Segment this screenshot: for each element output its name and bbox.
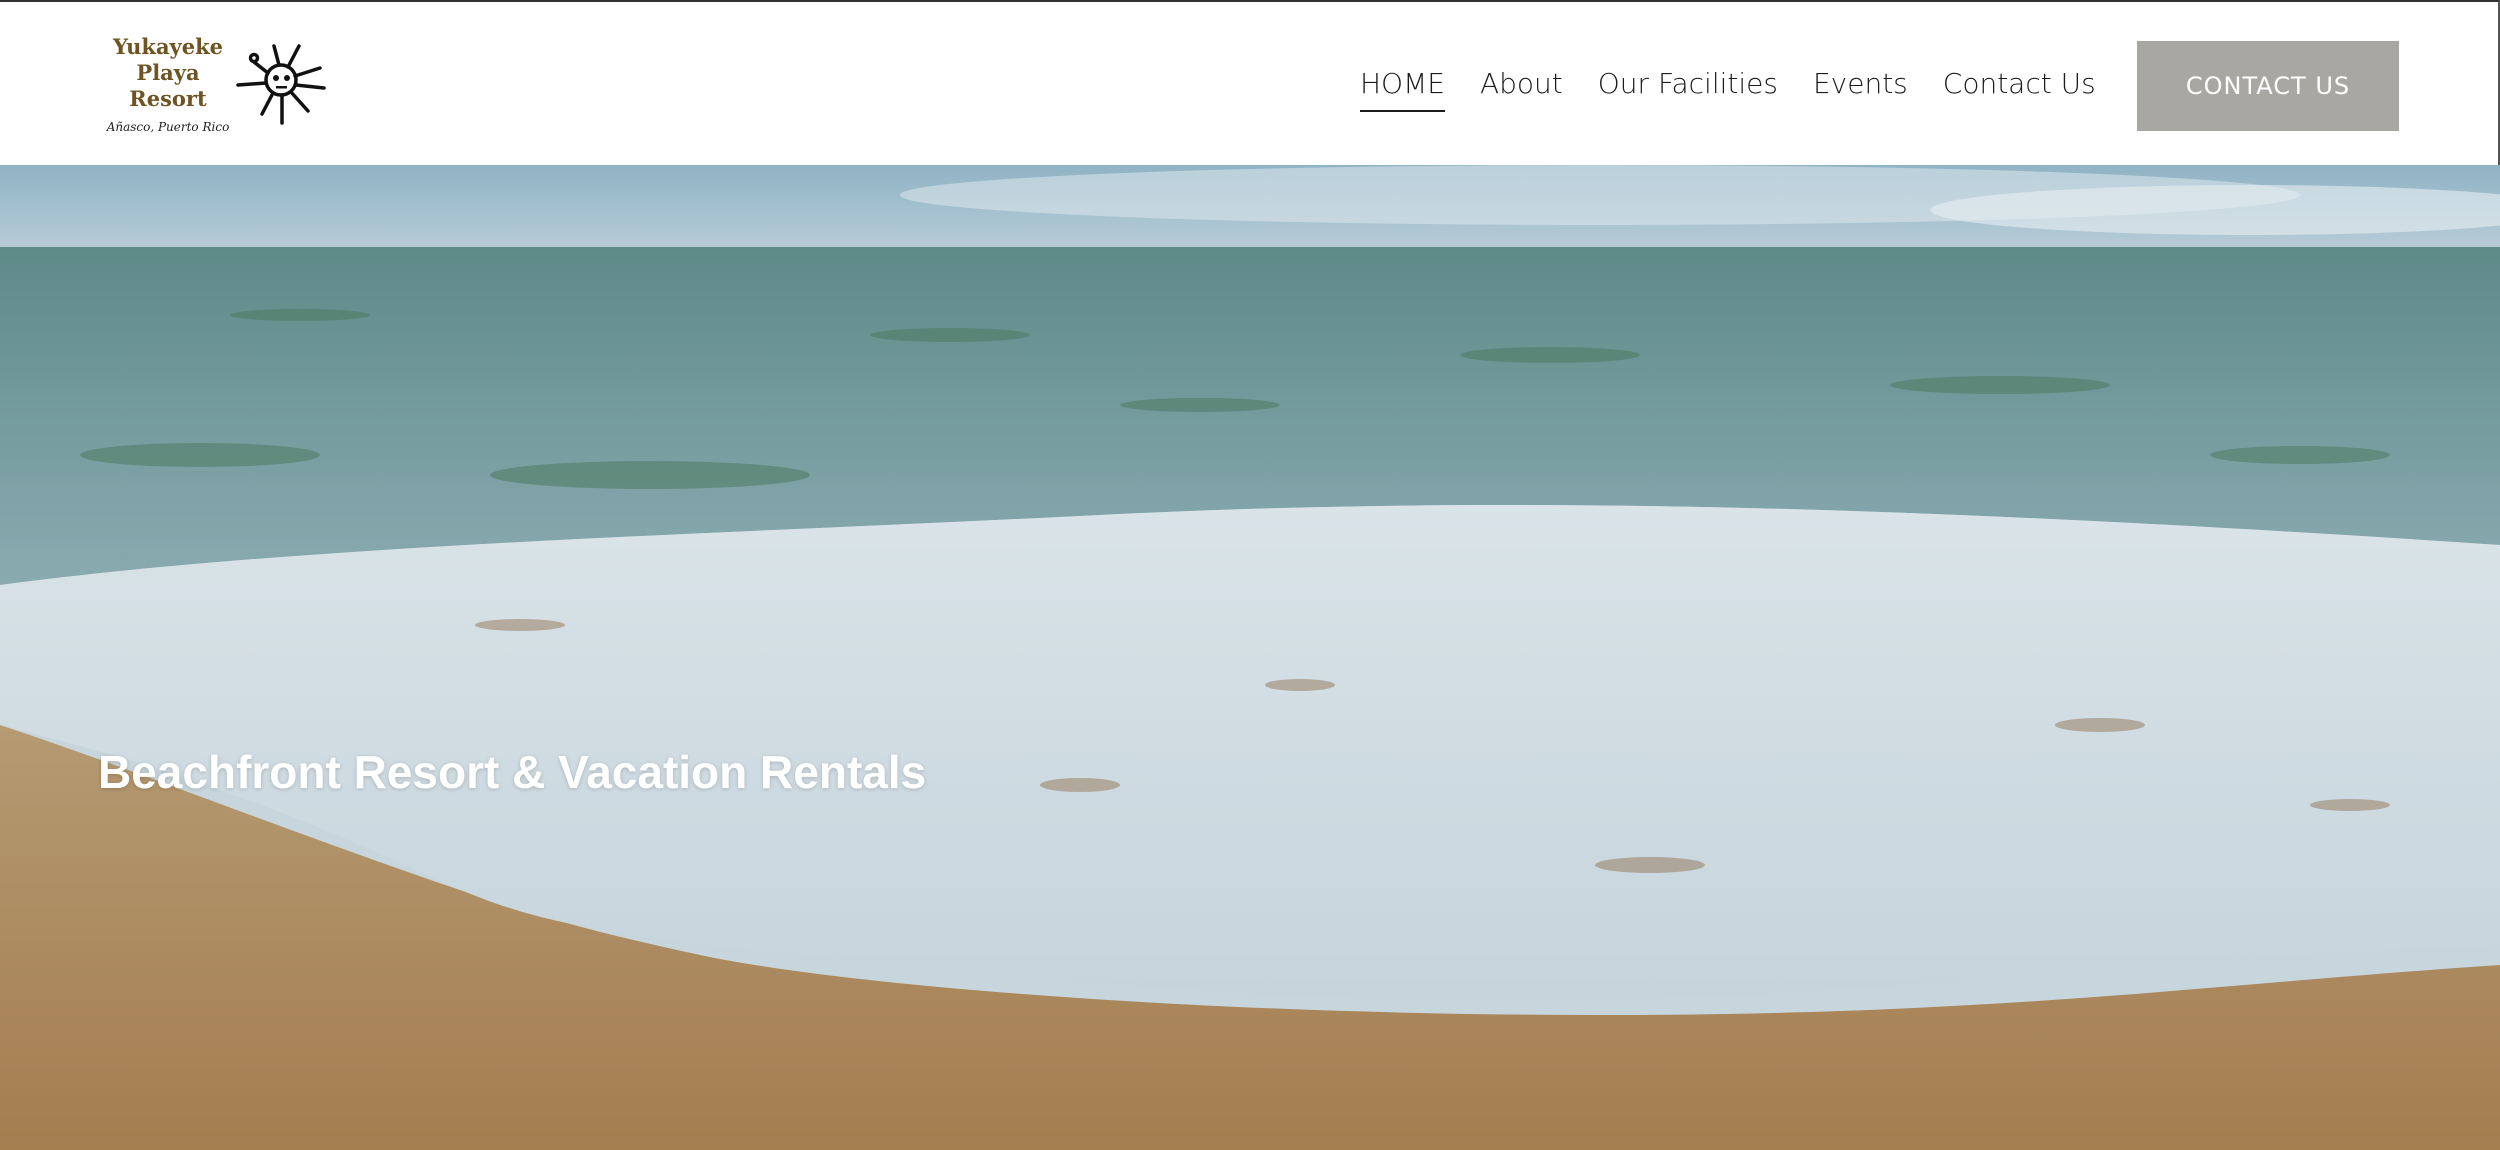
logo-name-line2: Playa Resort xyxy=(129,60,207,111)
logo-text: Yukayeke Playa Resort Añasco, Puerto Ric… xyxy=(98,34,238,135)
logo-location: Añasco, Puerto Rico xyxy=(106,120,230,134)
taino-sun-icon xyxy=(236,44,326,125)
ocean-beach-waves-photo xyxy=(0,165,2500,1150)
nav-item-events[interactable]: Events xyxy=(1813,62,1908,112)
nav-item-home[interactable]: HOME xyxy=(1360,62,1445,112)
nav-item-about[interactable]: About xyxy=(1480,62,1563,112)
nav-item-our-facilities[interactable]: Our Facilities xyxy=(1598,62,1778,112)
site-logo[interactable]: Yukayeke Playa Resort Añasco, Puerto Ric… xyxy=(98,34,328,134)
nav-item-contact-us[interactable]: Contact Us xyxy=(1943,62,2096,112)
hero-title: Beachfront Resort & Vacation Rentals xyxy=(98,746,927,798)
contact-us-button[interactable]: CONTACT US xyxy=(2137,41,2399,131)
site-header: Yukayeke Playa Resort Añasco, Puerto Ric… xyxy=(0,0,2500,165)
hero-section: Beachfront Resort & Vacation Rentals xyxy=(0,165,2500,1150)
logo-name-line1: Yukayeke xyxy=(112,34,224,59)
main-nav: HOME About Our Facilities Events Contact… xyxy=(1360,62,2131,112)
